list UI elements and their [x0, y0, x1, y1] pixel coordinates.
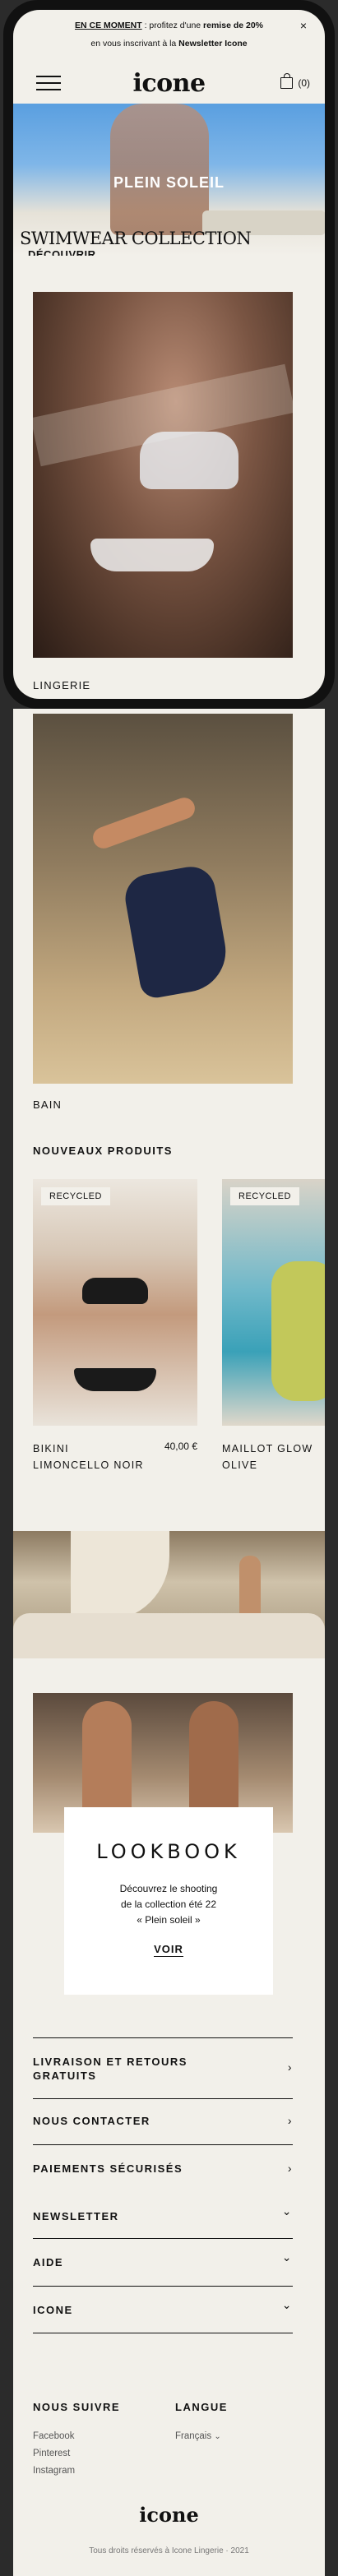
info-row-contact[interactable]: NOUS CONTACTER ›	[33, 2098, 293, 2144]
product-image[interactable]: RECYCLED	[222, 1179, 325, 1426]
info-row-shipping[interactable]: LIVRAISON ET RETOURS GRATUITS ›	[33, 2037, 293, 2098]
lifestyle-banner-image	[13, 1531, 325, 1658]
product-name[interactable]: BIKINI LIMONCELLO NOIR	[33, 1441, 148, 1473]
chevron-down-icon: ⌄	[214, 2432, 221, 2441]
accordion-label: AIDE	[33, 2256, 64, 2268]
info-row-label: NOUS CONTACTER	[33, 2115, 150, 2127]
product-card[interactable]: RECYCLED MAILLOT GLOW OLIVE	[222, 1179, 325, 1471]
product-carousel[interactable]: RECYCLED BIKINI LIMONCELLO NOIR 40,00 € …	[33, 1179, 325, 1508]
recycled-badge: RECYCLED	[41, 1187, 110, 1205]
site-logo[interactable]: icone	[13, 69, 325, 98]
accordion-icone[interactable]: ICONE ⌄	[33, 2286, 293, 2333]
lookbook-card: LOOKBOOK Découvrez le shooting de la col…	[64, 1807, 273, 1995]
product-name[interactable]: MAILLOT GLOW OLIVE	[222, 1441, 325, 1473]
category-image-lingerie[interactable]	[33, 292, 293, 658]
hero-model-image	[110, 104, 209, 235]
chevron-down-icon: ⌄	[281, 2298, 293, 2311]
accordion-newsletter[interactable]: NEWSLETTER ⌄	[33, 2192, 293, 2238]
announcement-line-1: EN CE MOMENT : profitez d'une remise de …	[13, 16, 325, 35]
announcement-promo: remise de 20%	[203, 21, 264, 30]
hero-brand: PLEIN SOLEIL	[113, 174, 225, 191]
page: EN CE MOMENT : profitez d'une remise de …	[0, 0, 338, 2576]
info-row-label: PAIEMENTS SÉCURISÉS	[33, 2162, 183, 2175]
footer-language-title: LANGUE	[175, 2401, 228, 2413]
hero-title: SWIMWEAR COLLECTION	[20, 229, 252, 248]
info-row-label: LIVRAISON ET RETOURS GRATUITS	[33, 2056, 188, 2082]
recycled-badge: RECYCLED	[230, 1187, 299, 1205]
chevron-down-icon: ⌄	[281, 2204, 293, 2218]
lookbook-description: Découvrez le shooting de la collection é…	[64, 1881, 273, 1928]
page-below-fold: BAIN NOUVEAUX PRODUITS RECYCLED BIKINI L…	[13, 709, 325, 2576]
footer-logo[interactable]: icone	[13, 2503, 325, 2527]
product-card[interactable]: RECYCLED BIKINI LIMONCELLO NOIR 40,00 €	[33, 1179, 197, 1471]
social-link-pinterest[interactable]: Pinterest	[33, 2449, 164, 2458]
lookbook-line-1: Découvrez le shooting	[119, 1883, 218, 1894]
lookbook-line-3: « Plein soleil »	[137, 1914, 201, 1926]
product-price: 40,00 €	[164, 1441, 197, 1452]
accordion-aide[interactable]: AIDE ⌄	[33, 2238, 293, 2286]
footer-social-column: NOUS SUIVRE Facebook Pinterest Instagram	[33, 2401, 164, 2476]
copyright: Tous droits réservés à Icone Lingerie · …	[89, 2546, 249, 2555]
footer-language-column: LANGUE Français ⌄	[175, 2401, 293, 2441]
social-links: Facebook Pinterest Instagram	[33, 2431, 164, 2476]
cart-count: (0)	[298, 77, 310, 89]
lookbook-title: LOOKBOOK	[96, 1840, 241, 1863]
accordion-label: ICONE	[33, 2304, 73, 2316]
chevron-right-icon: ›	[287, 2162, 293, 2175]
chevron-right-icon: ›	[287, 2114, 293, 2127]
accordion-label: NEWSLETTER	[33, 2210, 119, 2222]
social-link-facebook[interactable]: Facebook	[33, 2431, 164, 2441]
hero-cta[interactable]: DÉCOUVRIR	[28, 248, 96, 256]
announcement-bar: EN CE MOMENT : profitez d'une remise de …	[13, 16, 325, 64]
footer-follow-title: NOUS SUIVRE	[33, 2401, 121, 2413]
social-link-instagram[interactable]: Instagram	[33, 2466, 164, 2476]
category-label-lingerie[interactable]: LINGERIE	[33, 679, 90, 691]
cart-button[interactable]: (0)	[280, 73, 310, 89]
chevron-right-icon: ›	[287, 2060, 293, 2074]
close-icon[interactable]: ×	[300, 16, 307, 35]
lookbook-line-2: de la collection été 22	[120, 1898, 217, 1910]
device-frame: EN CE MOMENT : profitez d'une remise de …	[3, 0, 335, 709]
announcement-newsletter-link[interactable]: Newsletter Icone	[178, 39, 247, 49]
announcement-lead[interactable]: EN CE MOMENT	[75, 21, 142, 30]
product-image[interactable]: RECYCLED	[33, 1179, 197, 1426]
language-selector[interactable]: Français ⌄	[175, 2431, 293, 2441]
language-value: Français	[175, 2431, 212, 2441]
language-select[interactable]: Français ⌄	[175, 2431, 293, 2441]
announcement-text: : profitez d'une	[141, 21, 204, 30]
announcement-text-2: en vous inscrivant à la	[90, 39, 179, 49]
category-label-bain[interactable]: BAIN	[33, 1098, 62, 1111]
announcement-line-2: en vous inscrivant à la Newsletter Icone	[90, 39, 247, 49]
screen: EN CE MOMENT : profitez d'une remise de …	[13, 10, 325, 699]
lookbook-cta[interactable]: VOIR	[154, 1943, 183, 1957]
info-row-payments[interactable]: PAIEMENTS SÉCURISÉS ›	[33, 2144, 293, 2192]
chevron-down-icon: ⌄	[281, 2250, 293, 2264]
section-title-new-products: NOUVEAUX PRODUITS	[33, 1145, 173, 1157]
shopping-bag-icon	[280, 73, 294, 89]
category-image-bain[interactable]	[33, 714, 293, 1084]
hero-banner[interactable]: PLEIN SOLEIL SWIMWEAR COLLECTION DÉCOUVR…	[13, 104, 325, 256]
